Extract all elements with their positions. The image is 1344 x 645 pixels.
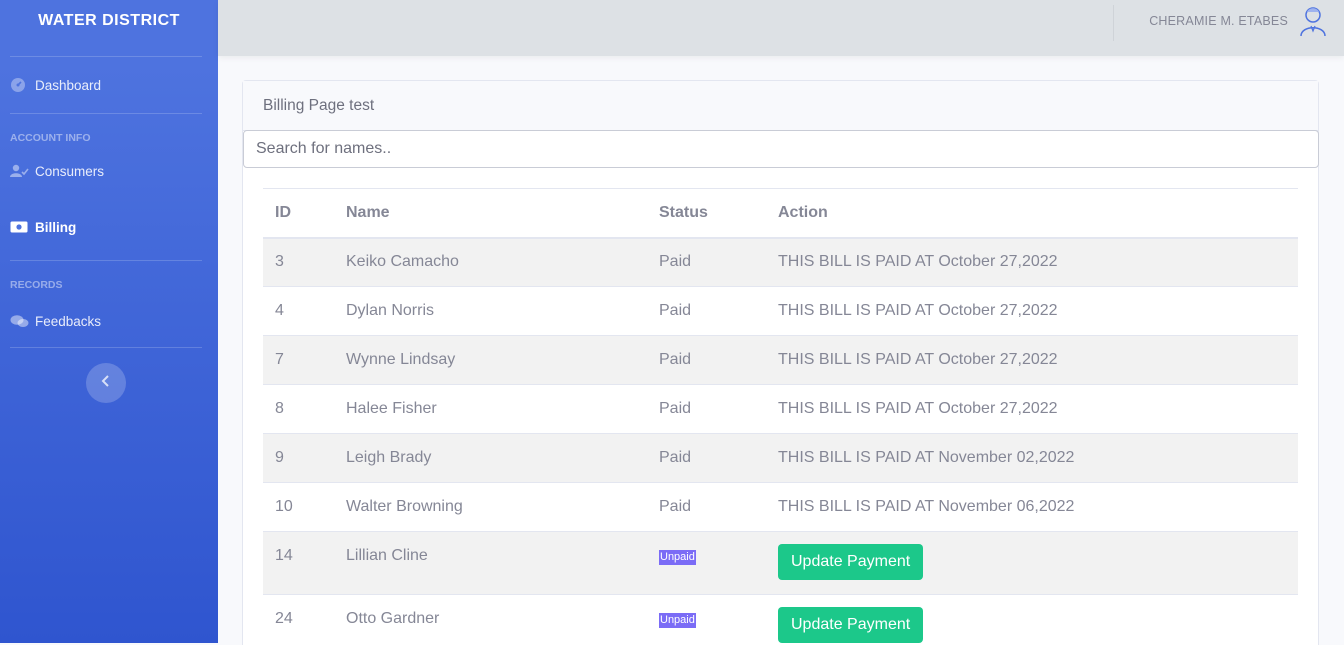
cell-action: Update Payment [766,594,1298,645]
brand-title[interactable]: WATER DISTRICT [0,0,218,42]
cell-name: Otto Gardner [334,594,647,645]
cell-name: Keiko Camacho [334,237,647,287]
sidebar-item-consumers[interactable]: Consumers [0,148,218,194]
user-dropdown[interactable]: CHERAMIE M. ETABES [1149,4,1328,38]
sidebar-item-billing[interactable]: Billing [0,194,218,260]
sidebar-heading-account-info: ACCOUNT INFO [10,132,91,144]
sidebar-heading-records: RECORDS [10,279,63,291]
cell-name: Wynne Lindsay [334,335,647,385]
cell-id: 4 [263,286,334,336]
cell-name: Leigh Brady [334,433,647,483]
cell-status: Paid [647,433,766,483]
cell-action: THIS BILL IS PAID AT October 27,2022 [766,384,1298,434]
column-header-name: Name [346,203,390,221]
money-bill-icon [10,219,30,235]
column-header-status: Status [659,203,708,221]
comments-icon [10,313,30,329]
cell-name: Halee Fisher [334,384,647,434]
table-row: 14 Lillian Cline Unpaid Update Payment [263,531,1298,595]
cell-action: THIS BILL IS PAID AT October 27,2022 [766,335,1298,385]
table-row: 8 Halee Fisher Paid THIS BILL IS PAID AT… [263,384,1298,434]
card-title: Billing Page test [243,81,1318,131]
cell-action: Update Payment [766,531,1298,595]
cell-status: Paid [647,482,766,532]
sidebar: WATER DISTRICT Dashboard ACCOUNT INFO Co… [0,0,218,643]
cell-id: 10 [263,482,334,532]
cell-action: THIS BILL IS PAID AT October 27,2022 [766,286,1298,336]
table-row: 7 Wynne Lindsay Paid THIS BILL IS PAID A… [263,335,1298,385]
table-row: 9 Leigh Brady Paid THIS BILL IS PAID AT … [263,433,1298,483]
sidebar-item-label: Dashboard [35,77,102,93]
update-payment-button[interactable]: Update Payment [778,607,924,643]
cell-action: THIS BILL IS PAID AT November 02,2022 [766,433,1298,483]
cell-status: Paid [647,384,766,434]
dashboard-gauge-icon [10,77,30,93]
sidebar-item-label: Billing [35,219,77,235]
cell-name: Dylan Norris [334,286,647,336]
cell-id: 24 [263,594,334,645]
cell-action: THIS BILL IS PAID AT October 27,2022 [766,237,1298,287]
cell-id: 9 [263,433,334,483]
cell-id: 8 [263,384,334,434]
cell-id: 7 [263,335,334,385]
user-avatar-icon [1298,4,1328,38]
cell-name: Lillian Cline [334,531,647,595]
status-badge-unpaid: Unpaid [659,613,696,628]
cell-id: 14 [263,531,334,595]
sidebar-toggle-button[interactable] [86,363,126,403]
column-header-id: ID [275,203,291,221]
table-row: 10 Walter Browning Paid THIS BILL IS PAI… [263,482,1298,532]
user-check-icon [10,163,30,179]
cell-id: 3 [263,237,334,287]
sidebar-divider [10,347,202,348]
sidebar-item-dashboard[interactable]: Dashboard [0,57,218,113]
status-badge-unpaid: Unpaid [659,550,696,565]
cell-status: Paid [647,237,766,287]
topbar-divider [1113,5,1114,41]
table-row: 24 Otto Gardner Unpaid Update Payment [263,594,1298,645]
billing-table: ID Name Status Action 3 Keiko Camacho Pa… [263,188,1298,645]
table-row: 4 Dylan Norris Paid THIS BILL IS PAID AT… [263,286,1298,336]
sidebar-item-label: Consumers [35,163,105,179]
sidebar-item-label: Feedbacks [35,313,102,329]
cell-status: Unpaid [647,531,766,595]
search-input[interactable] [243,130,1319,168]
column-header-action: Action [778,203,828,221]
cell-status: Paid [647,286,766,336]
chevron-left-icon [101,374,111,392]
cell-action: THIS BILL IS PAID AT November 06,2022 [766,482,1298,532]
cell-status: Unpaid [647,594,766,645]
table-row: 3 Keiko Camacho Paid THIS BILL IS PAID A… [263,237,1298,287]
topbar: CHERAMIE M. ETABES [218,0,1344,56]
table-header-row: ID Name Status Action [263,188,1298,238]
update-payment-button[interactable]: Update Payment [778,544,924,580]
cell-name: Walter Browning [334,482,647,532]
cell-status: Paid [647,335,766,385]
sidebar-item-feedbacks[interactable]: Feedbacks [0,295,218,347]
user-name: CHERAMIE M. ETABES [1149,14,1288,28]
billing-card: Billing Page test ID Name Status Action … [242,80,1319,645]
